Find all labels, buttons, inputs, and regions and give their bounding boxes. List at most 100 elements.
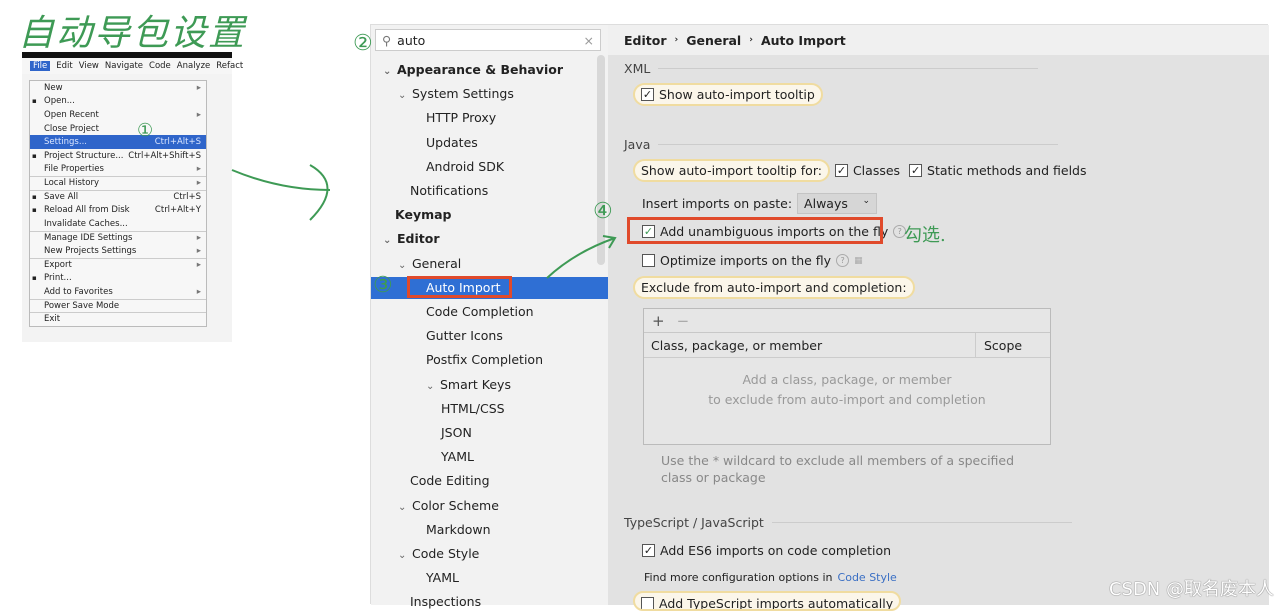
tree-item[interactable]: JSON [441, 422, 472, 444]
menu-item[interactable]: New ▸ [30, 81, 206, 95]
menu-item[interactable]: Add to Favorites ▸ [30, 285, 206, 299]
menu-item-label: Open Recent [44, 109, 99, 120]
tree-item-label: HTTP Proxy [426, 110, 497, 126]
menu-item[interactable]: Power Save Mode [30, 298, 206, 313]
tree-item[interactable]: Code Editing [410, 470, 490, 492]
tree-item[interactable]: Notifications [410, 180, 488, 202]
menu-item[interactable]: ▪ Reload All from Disk Ctrl+Alt+Y [30, 203, 206, 217]
tree-item[interactable]: YAML [426, 567, 459, 589]
submenu-arrow-icon: ▸ [196, 178, 201, 189]
menu-item[interactable]: ▪ Print... [30, 271, 206, 285]
tree-item[interactable]: ⌄ System Settings [398, 83, 514, 105]
tree-item[interactable]: ⌄ Code Style [398, 543, 479, 565]
menu-item[interactable]: ▪ Open... [30, 95, 206, 109]
chevron-down-icon[interactable]: ⌄ [398, 255, 412, 277]
tree-item[interactable]: ⌄ Appearance & Behavior [383, 59, 563, 81]
menu-item[interactable]: Close Project [30, 122, 206, 136]
menu-view[interactable]: View [79, 61, 99, 71]
menu-item[interactable]: ▪ Save All Ctrl+S [30, 189, 206, 204]
tree-item-label: General [412, 255, 462, 271]
tree-item[interactable]: HTTP Proxy [426, 107, 496, 129]
search-input[interactable]: ⚲ auto × [375, 29, 601, 51]
settings-tree: ⚲ auto × ⌄ Appearance & Behavior ⌄ System S… [371, 25, 608, 609]
tree-item[interactable]: Gutter Icons [426, 325, 503, 347]
xml-show-tooltip-checkbox[interactable]: ✓ Show auto-import tooltip [633, 83, 823, 106]
tree-item[interactable]: HTML/CSS [441, 398, 505, 420]
menu-file[interactable]: File [30, 61, 51, 71]
settings-dialog: ⚲ auto × ⌄ Appearance & Behavior ⌄ System S… [353, 24, 1269, 611]
tree-item[interactable]: Inspections [410, 591, 481, 613]
menu-item[interactable]: ▪ Project Structure... Ctrl+Alt+Shift+S [30, 149, 206, 163]
classes-checkbox[interactable]: ✓ [834, 164, 848, 177]
menu-item-label: Print... [44, 273, 72, 284]
typescript-auto-checkbox[interactable]: Add TypeScript imports automatically [633, 591, 902, 611]
submenu-arrow-icon: ▸ [196, 260, 201, 271]
tree-item-label: Gutter Icons [426, 328, 503, 344]
tree-item[interactable]: Markdown [426, 519, 491, 541]
chevron-down-icon[interactable]: ⌄ [398, 545, 412, 567]
annotation-step1: ① [137, 120, 154, 141]
print-icon: ▪ [32, 274, 37, 283]
tree-item-label: HTML/CSS [441, 400, 505, 416]
optimize-imports-checkbox[interactable]: Optimize imports on the fly? ▦ [642, 253, 863, 268]
static-checkbox[interactable]: ✓ [909, 164, 923, 177]
tree-item-label: System Settings [412, 86, 514, 102]
menu-item[interactable]: Invalidate Caches... [30, 217, 206, 231]
add-unambiguous-highlight [627, 217, 883, 244]
submenu-arrow-icon: ▸ [196, 164, 201, 175]
code-style-link[interactable]: Code Style [838, 571, 897, 584]
help-icon[interactable]: ? [836, 254, 850, 267]
es6-imports-checkbox[interactable]: ✓ Add ES6 imports on code completion [642, 543, 891, 558]
menu-item[interactable]: Settings... Ctrl+Alt+S [30, 135, 206, 149]
insert-imports-select[interactable]: Always ⌄ [797, 193, 878, 214]
menu-refact[interactable]: Refact [216, 61, 243, 71]
menu-analyze[interactable]: Analyze [177, 61, 211, 71]
annotation-check-note: 勾选. [904, 225, 946, 246]
menu-item[interactable]: Manage IDE Settings ▸ [30, 230, 206, 245]
column-header-member[interactable]: Class, package, or member [644, 338, 822, 353]
menu-item[interactable]: New Projects Settings ▸ [30, 244, 206, 258]
menu-item[interactable]: Local History ▸ [30, 176, 206, 190]
tree-item-label: Postfix Completion [426, 352, 543, 368]
column-header-scope[interactable]: Scope [975, 333, 1050, 357]
menu-item[interactable]: Open Recent ▸ [30, 108, 206, 122]
file-menu: New ▸ ▪ Open... Open Recent ▸ Close Project Set… [29, 80, 207, 327]
chevron-down-icon[interactable]: ⌄ [383, 61, 397, 83]
chevron-down-icon: ⌄ [862, 196, 871, 206]
menu-edit[interactable]: Edit [56, 61, 72, 71]
chevron-down-icon[interactable]: ⌄ [426, 376, 440, 398]
tree-item[interactable]: Updates [426, 132, 478, 154]
clear-icon[interactable]: × [584, 33, 594, 48]
tree-item-label: YAML [441, 449, 474, 465]
tree-item[interactable]: Keymap [395, 204, 452, 226]
tree-item[interactable]: ⌄ Editor [383, 228, 440, 250]
breadcrumb-editor[interactable]: Editor [624, 33, 667, 48]
tree-item[interactable]: YAML [441, 446, 474, 468]
tree-item[interactable]: ⌄ General [398, 253, 461, 275]
tree-item[interactable]: ⌄ Color Scheme [398, 495, 499, 517]
tree-item[interactable]: Android SDK [426, 156, 504, 178]
chevron-down-icon[interactable]: ⌄ [383, 230, 397, 252]
section-xml: XML [624, 61, 1039, 76]
breadcrumb-general[interactable]: General [686, 33, 741, 48]
search-icon: ⚲ [382, 32, 392, 48]
menu-item-label: Local History [44, 178, 99, 189]
tree-item[interactable]: Code Completion [426, 301, 534, 323]
menu-item[interactable]: Export ▸ [30, 257, 206, 272]
menu-code[interactable]: Code [149, 61, 171, 71]
arrow-annotation [231, 164, 331, 221]
menu-navigate[interactable]: Navigate [105, 61, 143, 71]
chevron-down-icon[interactable]: ⌄ [398, 497, 412, 519]
menu-item-label: Settings... [44, 137, 87, 148]
menu-item[interactable]: File Properties ▸ [30, 163, 206, 177]
remove-button[interactable]: − [677, 312, 690, 330]
chevron-down-icon[interactable]: ⌄ [398, 85, 412, 107]
tree-item[interactable]: Postfix Completion [426, 349, 543, 371]
breadcrumb: Editor › General › Auto Import [608, 25, 1269, 55]
tree-item[interactable]: ⌄ Smart Keys [426, 374, 511, 396]
menu-item[interactable]: Exit [30, 312, 206, 326]
menu-item-label: Export [44, 260, 72, 271]
annotation-step2: ② [353, 31, 373, 56]
menu-item-label: Save All [44, 192, 79, 203]
add-button[interactable]: + [652, 312, 665, 330]
